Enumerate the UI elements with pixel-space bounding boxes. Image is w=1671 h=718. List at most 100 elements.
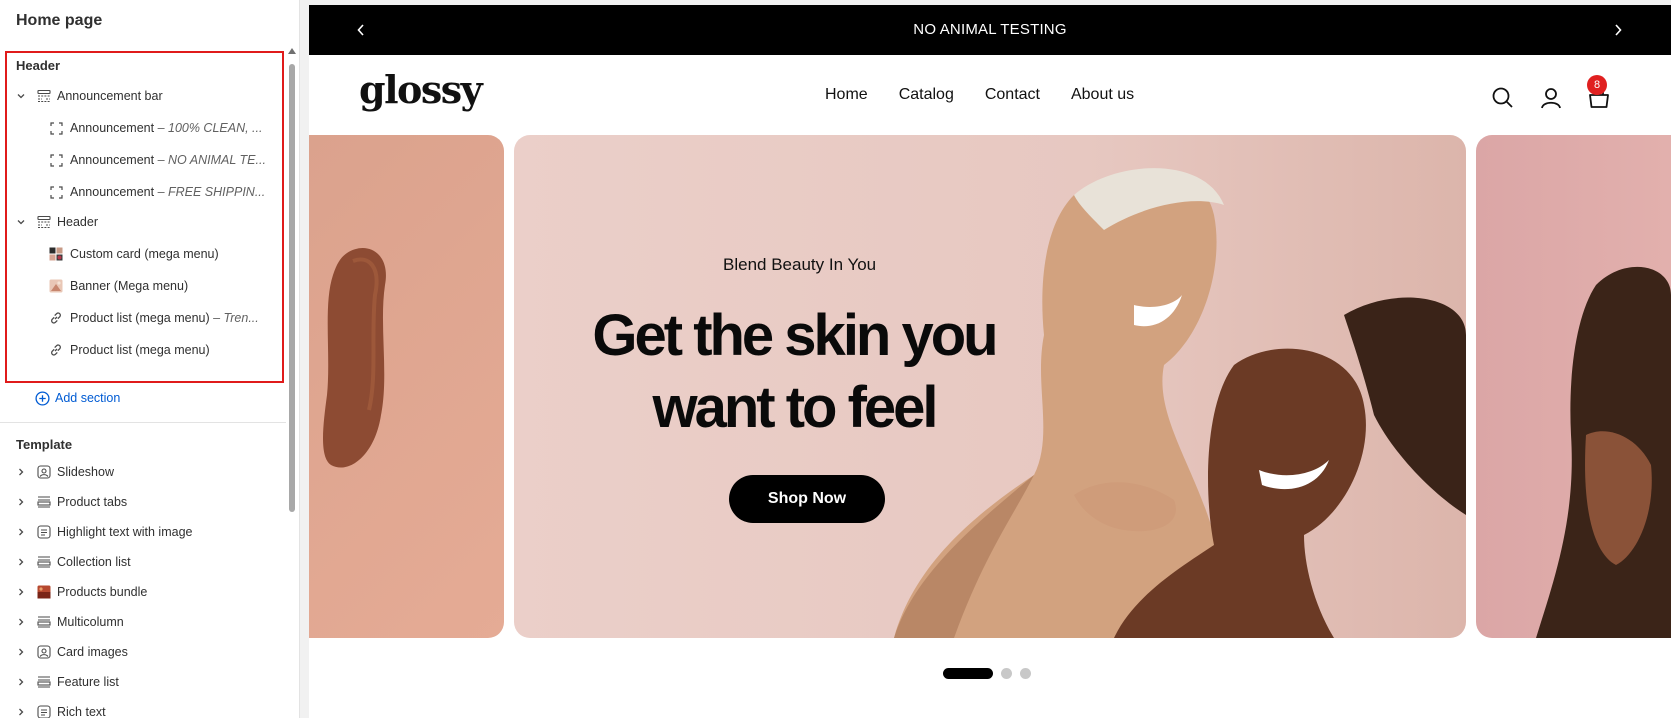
plus-circle-icon (34, 390, 50, 406)
section-label: Rich text (57, 705, 106, 718)
divider (0, 422, 286, 423)
block-product-list-1[interactable]: Product list (mega menu) – Tren... (0, 304, 280, 332)
slide-peek-left[interactable] (309, 135, 504, 638)
block-icon (48, 184, 64, 200)
section-announcement-bar[interactable]: Announcement bar (0, 82, 280, 110)
nav-contact[interactable]: Contact (985, 86, 1040, 104)
link-icon (48, 342, 64, 358)
chevron-right-icon[interactable] (16, 677, 26, 687)
chevron-right-icon[interactable] (1608, 20, 1628, 40)
block-label: Product list (mega menu) (70, 311, 210, 325)
chevron-right-icon[interactable] (16, 707, 26, 717)
section-highlight-text[interactable]: Highlight text with image (0, 518, 280, 546)
chevron-right-icon[interactable] (16, 467, 26, 477)
text-block-icon (36, 704, 52, 718)
section-rich-text[interactable]: Rich text (0, 698, 280, 718)
block-icon (48, 152, 64, 168)
section-label: Multicolumn (57, 615, 124, 629)
announcement-bar: NO ANIMAL TESTING (309, 5, 1671, 55)
image-thumbnail-icon (48, 246, 64, 262)
cosmetic-swatch-image (323, 248, 386, 468)
section-icon (36, 88, 52, 104)
block-banner[interactable]: Banner (Mega menu) (0, 272, 280, 300)
section-icon (36, 214, 52, 230)
add-section-label: Add section (55, 391, 121, 405)
block-sublabel: – NO ANIMAL TE... (154, 153, 266, 167)
section-slideshow[interactable]: Slideshow (0, 458, 280, 486)
section-products-bundle[interactable]: Products bundle (0, 578, 280, 606)
nav-about-us[interactable]: About us (1071, 86, 1134, 104)
section-icon (36, 554, 52, 570)
block-sublabel: – Tren... (209, 311, 259, 325)
slide-peek-right[interactable] (1476, 135, 1671, 638)
block-announcement-2[interactable]: Announcement – NO ANIMAL TE... (0, 146, 280, 174)
site-header: glossy Home Catalog Contact About us 8 (309, 55, 1671, 135)
shop-now-button[interactable]: Shop Now (729, 475, 885, 523)
block-sublabel: – 100% CLEAN, ... (154, 121, 263, 135)
slideshow-pagination (943, 668, 1031, 679)
store-logo[interactable]: glossy (359, 67, 483, 112)
block-icon (48, 120, 64, 136)
portrait-peek-image (1536, 266, 1671, 638)
chevron-down-icon[interactable] (16, 217, 26, 227)
block-product-list-2[interactable]: Product list (mega menu) (0, 336, 280, 364)
announcement-text: NO ANIMAL TESTING (913, 21, 1067, 38)
block-announcement-1[interactable]: Announcement – 100% CLEAN, ... (0, 114, 280, 142)
section-label: Product tabs (57, 495, 128, 509)
section-label: Card images (57, 645, 128, 659)
nav-home[interactable]: Home (825, 86, 868, 104)
slideshow-icon (36, 464, 52, 480)
nav-catalog[interactable]: Catalog (899, 86, 954, 104)
block-label: Announcement (70, 153, 155, 167)
block-announcement-3[interactable]: Announcement – FREE SHIPPIN... (0, 178, 280, 206)
chevron-down-icon[interactable] (16, 91, 26, 101)
section-icon (36, 674, 52, 690)
block-label: Product list (mega menu) (70, 343, 210, 357)
slide-dot-1[interactable] (943, 668, 993, 679)
slide-dot-2[interactable] (1001, 668, 1012, 679)
chevron-right-icon[interactable] (16, 557, 26, 567)
account-icon[interactable] (1538, 85, 1564, 111)
section-label: Announcement bar (57, 89, 163, 103)
chevron-right-icon[interactable] (16, 647, 26, 657)
scroll-up-arrow-icon[interactable] (288, 48, 296, 54)
sidebar-scrollbar[interactable] (287, 48, 297, 718)
chevron-right-icon[interactable] (16, 617, 26, 627)
main-nav: Home Catalog Contact About us (825, 86, 1134, 104)
section-label: Products bundle (57, 585, 148, 599)
section-icon (36, 614, 52, 630)
text-block-icon (36, 524, 52, 540)
section-product-tabs[interactable]: Product tabs (0, 488, 280, 516)
section-header[interactable]: Header (0, 208, 280, 236)
block-custom-card[interactable]: Custom card (mega menu) (0, 240, 280, 268)
link-icon (48, 310, 64, 326)
section-label: Slideshow (57, 465, 114, 479)
section-label: Feature list (57, 675, 119, 689)
cart-count-badge: 8 (1587, 75, 1607, 95)
slide-dot-3[interactable] (1020, 668, 1031, 679)
add-section-button[interactable]: Add section (0, 384, 280, 412)
block-label: Custom card (mega menu) (70, 247, 219, 261)
chevron-right-icon[interactable] (16, 497, 26, 507)
scroll-thumb[interactable] (289, 64, 295, 512)
header-group-label: Header (16, 58, 61, 73)
page-title: Home page (16, 12, 103, 29)
section-feature-list[interactable]: Feature list (0, 668, 280, 696)
section-multicolumn[interactable]: Multicolumn (0, 608, 280, 636)
slide-kicker: Blend Beauty In You (723, 255, 877, 274)
search-icon[interactable] (1490, 85, 1516, 111)
section-icon (36, 494, 52, 510)
chevron-right-icon[interactable] (16, 527, 26, 537)
sections-list: Header Announcement bar Announcement – 1… (0, 46, 286, 718)
section-label: Collection list (57, 555, 131, 569)
slide-headline: Get the skin you want to feel (592, 303, 998, 440)
template-group-label: Template (16, 437, 73, 452)
section-label: Header (57, 215, 98, 229)
section-card-images[interactable]: Card images (0, 638, 280, 666)
section-collection-list[interactable]: Collection list (0, 548, 280, 576)
block-label: Announcement (70, 121, 155, 135)
section-label: Highlight text with image (57, 525, 193, 539)
theme-editor-sidebar: Home page Header Announcement bar Announ… (0, 0, 300, 718)
storefront-preview: NO ANIMAL TESTING glossy Home Catalog Co… (309, 5, 1671, 718)
chevron-right-icon[interactable] (16, 587, 26, 597)
